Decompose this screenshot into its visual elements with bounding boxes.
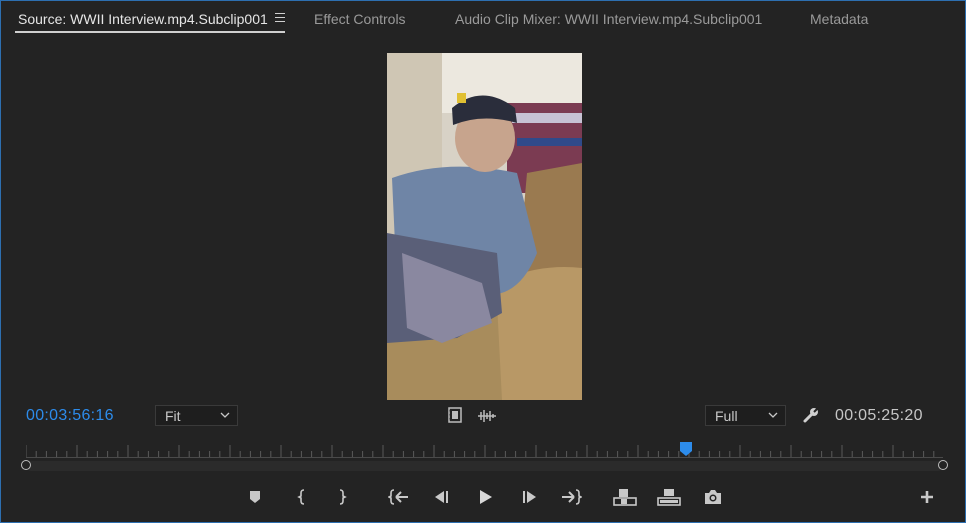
tab-source[interactable]: Source: WWII Interview.mp4.Subclip001 <box>18 11 268 27</box>
playback-resolution-value: Full <box>715 408 738 424</box>
add-marker-button[interactable] <box>243 486 267 508</box>
mark-out-icon <box>339 489 347 505</box>
chevron-down-icon <box>768 412 778 418</box>
tab-metadata[interactable]: Metadata <box>810 11 868 27</box>
zoom-scroll-bar[interactable] <box>26 461 943 471</box>
button-editor-icon <box>921 491 933 503</box>
panel-menu-icon[interactable] <box>275 13 285 23</box>
drag-audio-only-icon[interactable] <box>477 409 497 423</box>
step-back-button[interactable] <box>429 486 453 508</box>
go-to-out-icon <box>562 489 582 505</box>
export-frame-icon <box>705 490 721 504</box>
active-tab-underline <box>15 31 285 33</box>
drag-video-only-icon[interactable] <box>447 407 463 423</box>
play-icon <box>480 490 492 504</box>
export-frame-button[interactable] <box>701 486 725 508</box>
button-editor-button[interactable] <box>915 486 939 508</box>
time-ruler[interactable] <box>26 445 943 459</box>
go-to-in-button[interactable] <box>387 486 411 508</box>
go-to-in-icon <box>388 489 408 505</box>
source-monitor-panel: Source: WWII Interview.mp4.Subclip001 Ef… <box>0 0 966 523</box>
zoom-handle-left[interactable] <box>21 460 31 470</box>
chevron-down-icon <box>220 412 230 418</box>
wrench-settings-icon[interactable] <box>802 406 820 424</box>
play-button[interactable] <box>473 486 497 508</box>
zoom-handle-right[interactable] <box>938 460 948 470</box>
tab-effect-controls[interactable]: Effect Controls <box>314 11 406 27</box>
playhead[interactable] <box>679 441 693 457</box>
current-timecode[interactable]: 00:03:56:16 <box>26 407 114 425</box>
video-preview[interactable] <box>387 53 582 400</box>
add-marker-icon <box>250 491 260 503</box>
zoom-level-value: Fit <box>165 408 181 424</box>
insert-button[interactable] <box>613 486 637 508</box>
step-forward-icon <box>523 491 536 503</box>
tab-audio-clip-mixer[interactable]: Audio Clip Mixer: WWII Interview.mp4.Sub… <box>455 11 762 27</box>
video-frame-image <box>387 53 582 400</box>
step-back-icon <box>435 491 448 503</box>
mark-out-button[interactable] <box>330 486 354 508</box>
zoom-level-select[interactable]: Fit <box>155 405 238 426</box>
step-forward-button[interactable] <box>518 486 542 508</box>
overwrite-icon <box>657 489 681 506</box>
duration-timecode: 00:05:25:20 <box>835 407 923 424</box>
insert-icon <box>613 489 637 506</box>
overwrite-button[interactable] <box>657 486 681 508</box>
go-to-out-button[interactable] <box>559 486 583 508</box>
mark-in-button[interactable] <box>290 486 314 508</box>
mark-in-icon <box>297 489 305 505</box>
playback-resolution-select[interactable]: Full <box>705 405 786 426</box>
tab-bar: Source: WWII Interview.mp4.Subclip001 Ef… <box>1 1 965 37</box>
